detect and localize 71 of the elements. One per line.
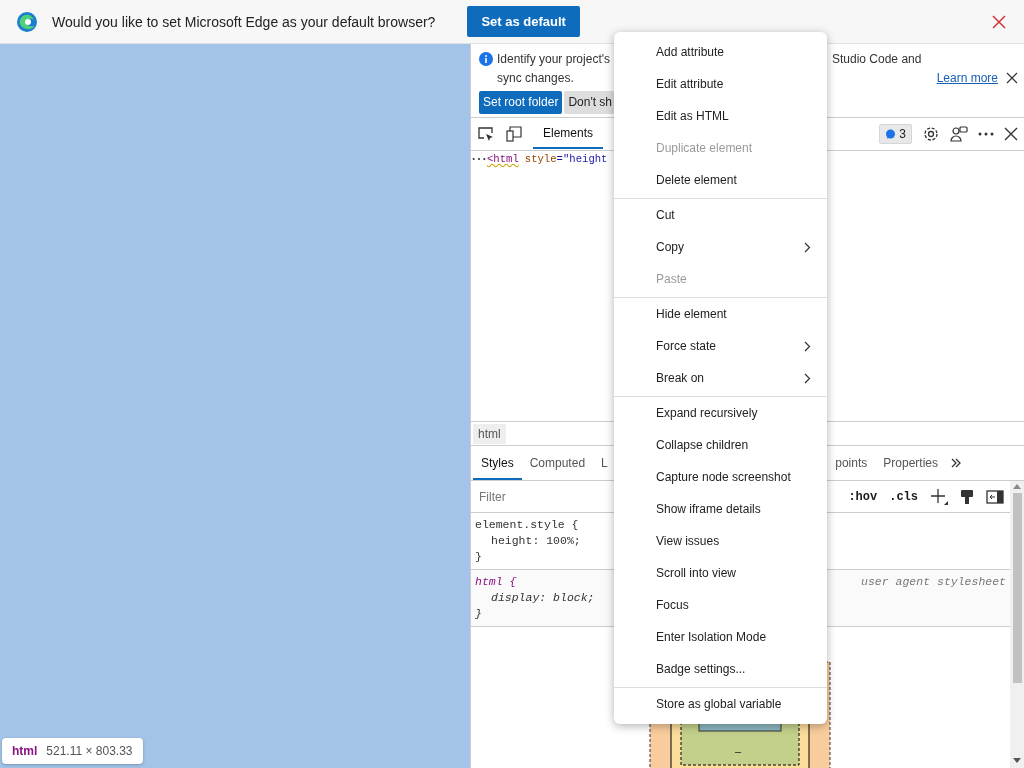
menu-item[interactable]: Break on xyxy=(614,362,827,394)
menu-item[interactable]: Force state xyxy=(614,330,827,362)
menu-item[interactable]: Badge settings... xyxy=(614,653,827,685)
dom-attribute-name: style xyxy=(524,153,557,165)
notification-text: Studio Code and xyxy=(832,52,923,68)
menu-item[interactable]: Collapse children xyxy=(614,429,827,461)
hover-state-toggle[interactable]: :hov xyxy=(848,489,878,504)
close-icon[interactable] xyxy=(1006,72,1018,84)
menu-item[interactable]: Expand recursively xyxy=(614,397,827,429)
notification-button[interactable]: Set root folder xyxy=(479,90,563,114)
padding-value: – xyxy=(735,745,742,757)
menu-item[interactable]: Show iframe details xyxy=(614,493,827,525)
feedback-icon[interactable] xyxy=(950,125,968,143)
css-declaration: height: 100%; xyxy=(491,533,581,549)
menu-item[interactable]: Scroll into view xyxy=(614,557,827,589)
rule-source: user agent stylesheet xyxy=(861,574,1006,590)
more-icon[interactable] xyxy=(978,132,994,136)
css-declaration: display: block; xyxy=(491,590,595,606)
menu-item[interactable]: Delete element xyxy=(614,164,827,196)
learn-more-link[interactable]: Learn more xyxy=(936,71,998,85)
ellipsis-icon[interactable] xyxy=(471,157,487,161)
css-selector: html { xyxy=(475,574,517,590)
sidebar-tab[interactable]: Properties xyxy=(875,446,946,480)
notification-button[interactable]: Don't sh xyxy=(564,90,617,114)
dom-attribute-value: ="height xyxy=(556,153,608,165)
sidebar-tab[interactable]: points xyxy=(827,446,876,480)
menu-item[interactable]: Copy xyxy=(614,231,827,263)
breadcrumb-item[interactable]: html xyxy=(473,423,506,444)
chevron-right-icon xyxy=(804,241,811,253)
settings-icon[interactable] xyxy=(922,125,940,143)
menu-item[interactable]: Cut xyxy=(614,199,827,231)
info-icon xyxy=(479,52,493,66)
menu-item[interactable]: Edit attribute xyxy=(614,68,827,100)
closing-brace: } xyxy=(475,549,482,565)
set-default-button[interactable]: Set as default xyxy=(467,6,580,37)
menu-item[interactable]: Hide element xyxy=(614,298,827,330)
edge-logo-icon xyxy=(16,10,38,33)
filter-field[interactable]: Filter xyxy=(477,488,601,505)
inspect-icon[interactable] xyxy=(477,126,495,142)
menu-item[interactable]: Focus xyxy=(614,589,827,621)
sidebar-tab[interactable]: Styles xyxy=(473,446,522,480)
device-icon[interactable] xyxy=(505,126,523,142)
sidebar-tab[interactable]: L xyxy=(593,446,616,480)
closing-brace: } xyxy=(475,606,482,622)
default-browser-prompt: Would you like to set Microsoft Edge as your default browser? xyxy=(52,13,436,30)
scroll-up-icon[interactable] xyxy=(1013,483,1021,489)
menu-item[interactable]: Add attribute xyxy=(614,36,827,68)
menu-item[interactable]: Enter Isolation Mode xyxy=(614,621,827,653)
menu-item[interactable]: Store as global variable xyxy=(614,688,827,720)
notification-text: Identify your project's xyxy=(497,52,610,68)
menu-item[interactable]: Edit as HTML xyxy=(614,100,827,132)
paint-brush-icon[interactable] xyxy=(960,488,974,505)
css-selector: element.style { xyxy=(475,517,579,533)
panel-tab[interactable]: Elements xyxy=(533,119,604,149)
tooltip-size: 521.11 × 803.33 xyxy=(46,744,133,758)
close-icon[interactable] xyxy=(1004,127,1018,141)
chevron-icon[interactable] xyxy=(950,457,962,469)
menu-item[interactable]: View issues xyxy=(614,525,827,557)
sidebar-tab[interactable]: Computed xyxy=(521,446,594,480)
dom-tag: <html xyxy=(487,153,519,165)
menu-item[interactable]: Capture node screenshot xyxy=(614,461,827,493)
plus-icon[interactable] xyxy=(930,487,948,506)
scroll-down-icon[interactable] xyxy=(1013,758,1021,764)
tooltip-tag: html xyxy=(12,744,38,758)
sidebar-toggle-icon[interactable] xyxy=(986,489,1004,504)
class-toggle[interactable]: .cls xyxy=(889,489,918,504)
chevron-right-icon xyxy=(804,372,811,384)
chevron-right-icon xyxy=(804,340,811,352)
scrollbar[interactable] xyxy=(1010,481,1024,768)
issues-badge[interactable]: 3 xyxy=(879,124,912,144)
notification-text: sync changes. xyxy=(497,71,574,85)
